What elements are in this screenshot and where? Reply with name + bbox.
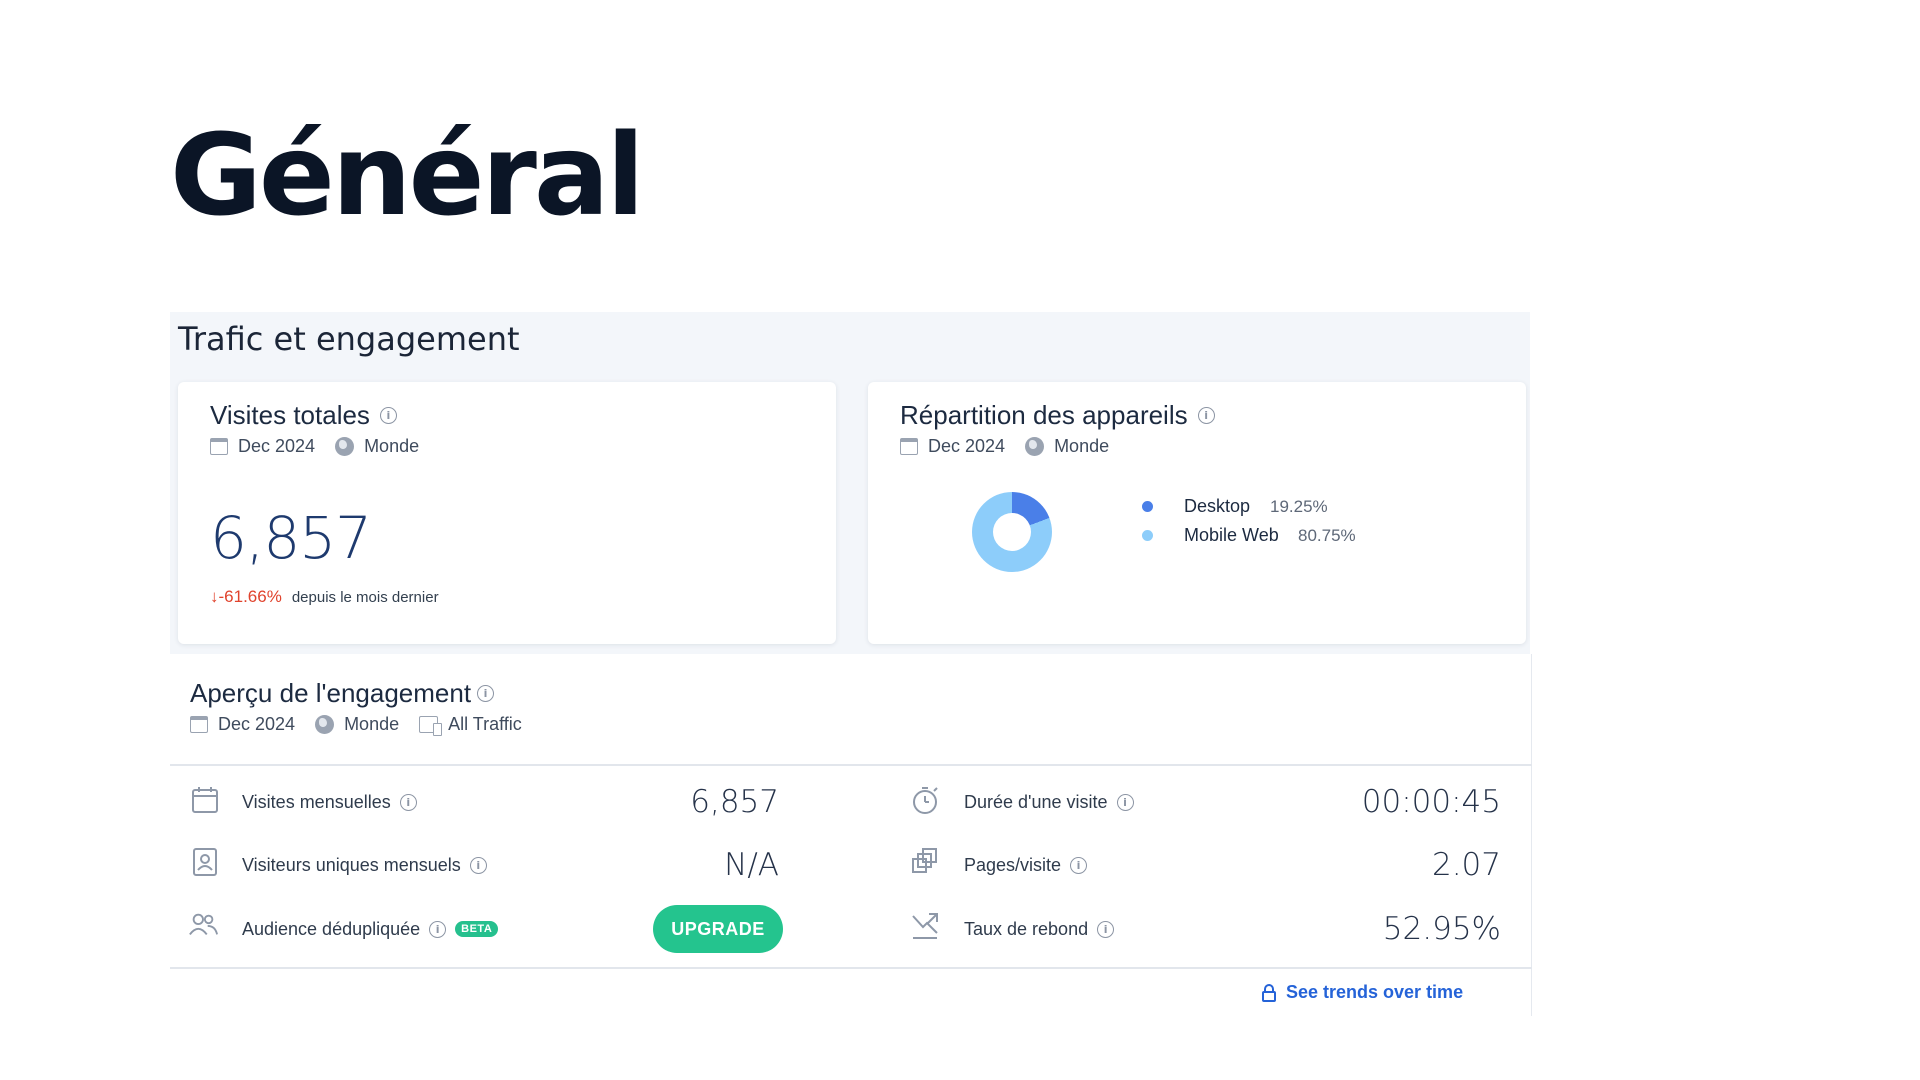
see-trends-link[interactable]: See trends over time — [1262, 982, 1463, 1003]
calendar-icon — [900, 438, 918, 455]
globe-icon — [335, 437, 355, 456]
engagement-title: Aperçu de l'engagement — [190, 678, 472, 708]
region-filter[interactable]: Monde — [364, 436, 419, 457]
info-icon[interactable]: i — [1097, 920, 1115, 938]
info-icon[interactable]: i — [1070, 856, 1088, 874]
devices-icon — [419, 716, 443, 736]
id-card-icon — [193, 848, 217, 876]
metric-label: Visiteurs uniques mensuels — [242, 854, 461, 875]
metric-label: Durée d'une visite — [964, 791, 1108, 812]
metric-label: Pages/visite — [964, 854, 1062, 875]
visits-change-value: ↓-61.66% — [210, 587, 282, 606]
metric-value: 00:00:45 — [1361, 784, 1501, 820]
date-filter[interactable]: Dec 2024 — [238, 436, 315, 457]
globe-icon — [1025, 437, 1045, 456]
total-visits-filters: Dec 2024 Monde — [210, 436, 419, 457]
visits-change-label: depuis le mois dernier — [291, 589, 439, 606]
info-icon[interactable]: i — [429, 920, 447, 938]
legend-label: Desktop — [1184, 496, 1251, 516]
device-donut-chart[interactable] — [972, 492, 1052, 572]
calendar-icon — [190, 716, 208, 733]
arrow-down-icon: ↓ — [210, 587, 219, 606]
engagement-filters: Dec 2024 Monde All Traffic — [190, 714, 522, 736]
upgrade-button[interactable]: UPGRADE — [653, 905, 783, 953]
device-distribution-title-row: Répartition des appareils i — [900, 400, 1215, 431]
divider — [170, 967, 1532, 969]
section-title: Trafic et engagement — [178, 320, 520, 358]
bounce-icon — [912, 913, 938, 939]
engagement-title-row: Aperçu de l'engagement i — [190, 678, 495, 709]
device-distribution-title: Répartition des appareils — [900, 400, 1188, 430]
metric-pages-per-visit: Pages/visite i — [964, 845, 1088, 885]
legend-value: 80.75% — [1298, 525, 1356, 545]
date-filter[interactable]: Dec 2024 — [928, 436, 1005, 457]
metric-value: 2.07 — [1431, 847, 1501, 883]
legend-dot — [1142, 501, 1153, 512]
lock-icon — [1262, 983, 1276, 1002]
calendar-icon — [210, 438, 228, 455]
device-distribution-card: Répartition des appareils i Dec 2024 Mon… — [868, 382, 1526, 644]
globe-icon — [315, 715, 335, 734]
metric-monthly-visits: Visites mensuelles i — [242, 782, 417, 822]
metric-unique-visitors: Visiteurs uniques mensuels i — [242, 845, 487, 885]
metric-deduplicated-audience: Audience dédupliquée i BETA — [242, 909, 499, 949]
metric-label: Audience dédupliquée — [242, 918, 421, 939]
info-icon[interactable]: i — [1197, 407, 1215, 424]
metric-value: N/A — [724, 847, 779, 883]
total-visits-title: Visites totales — [210, 400, 370, 430]
date-filter[interactable]: Dec 2024 — [218, 714, 295, 735]
metric-label: Taux de rebond — [964, 918, 1089, 939]
metric-value: 6,857 — [690, 784, 779, 820]
info-icon[interactable]: i — [477, 685, 495, 702]
info-icon[interactable]: i — [399, 793, 417, 811]
metric-visit-duration: Durée d'une visite i — [964, 782, 1134, 822]
total-visits-title-row: Visites totales i — [210, 400, 397, 431]
legend-item-desktop[interactable]: Desktop 19.25% — [1142, 492, 1356, 521]
total-visits-value: 6,857 — [210, 504, 372, 572]
legend-value: 19.25% — [1270, 496, 1328, 516]
pages-icon — [912, 848, 937, 873]
stopwatch-icon — [913, 787, 938, 814]
info-icon[interactable]: i — [1116, 793, 1134, 811]
beta-badge: BETA — [455, 921, 499, 937]
calendar-icon — [192, 787, 218, 813]
traffic-filter[interactable]: All Traffic — [448, 714, 522, 735]
metric-value: 52.95% — [1382, 911, 1501, 947]
traffic-engagement-section: Trafic et engagement Visites totales i D… — [170, 312, 1530, 654]
page-title: Général — [170, 111, 645, 241]
info-icon[interactable]: i — [379, 407, 397, 424]
info-icon[interactable]: i — [469, 856, 487, 874]
total-visits-card: Visites totales i Dec 2024 Monde 6,857 ↓… — [178, 382, 836, 644]
region-filter[interactable]: Monde — [1054, 436, 1109, 457]
metric-bounce-rate: Taux de rebond i — [964, 909, 1115, 949]
people-icon — [189, 913, 218, 935]
see-trends-label: See trends over time — [1286, 982, 1464, 1002]
legend-dot — [1142, 530, 1153, 541]
engagement-overview: Aperçu de l'engagement i Dec 2024 Monde … — [170, 654, 1532, 1016]
device-distribution-filters: Dec 2024 Monde — [900, 436, 1109, 457]
region-filter[interactable]: Monde — [344, 714, 399, 735]
metric-label: Visites mensuelles — [242, 791, 391, 812]
divider — [170, 764, 1532, 766]
visits-change: ↓-61.66% depuis le mois dernier — [210, 587, 439, 607]
device-legend: Desktop 19.25% Mobile Web 80.75% — [1142, 492, 1356, 550]
legend-label: Mobile Web — [1184, 525, 1279, 545]
legend-item-mobile-web[interactable]: Mobile Web 80.75% — [1142, 521, 1356, 550]
